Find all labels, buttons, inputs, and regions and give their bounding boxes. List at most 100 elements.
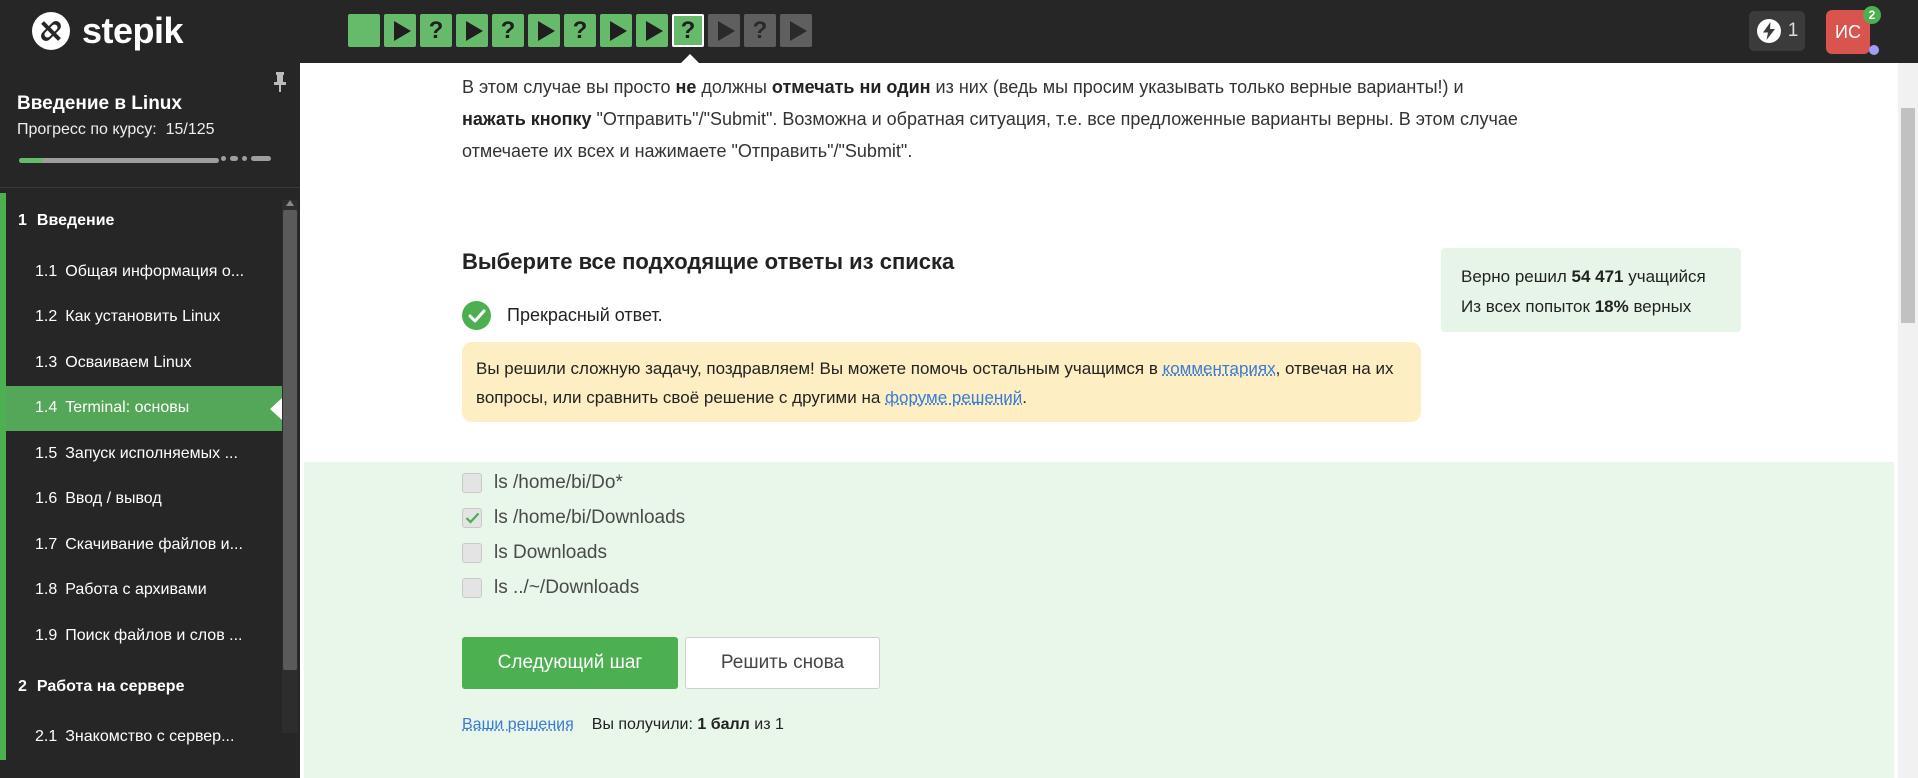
answer-checkbox[interactable] xyxy=(462,578,482,598)
page-scrollbar-thumb[interactable] xyxy=(1901,108,1915,323)
solved-count: 54 471 xyxy=(1571,267,1624,286)
module-2[interactable]: 2 Работа на сервере xyxy=(0,658,282,715)
your-solutions-link[interactable]: Ваши решения xyxy=(462,716,574,734)
success-check-icon xyxy=(462,301,491,330)
lesson-number: 2.1 xyxy=(35,728,58,746)
step-8-button[interactable] xyxy=(600,14,632,47)
lesson-item[interactable]: 1.6 Ввод / вывод xyxy=(0,476,282,522)
step-3-button[interactable]: ? xyxy=(420,14,452,47)
online-status-dot xyxy=(1869,45,1879,55)
stepik-logo-icon xyxy=(32,12,70,50)
lesson-title: Осваиваем Linux xyxy=(65,353,192,371)
play-icon xyxy=(645,20,663,41)
energy-button[interactable]: 1 xyxy=(1749,11,1805,51)
course-title[interactable]: Введение в Linux xyxy=(17,93,182,115)
text-bold: отмечать ни один xyxy=(771,77,931,97)
progress-label: Прогресс по курсу: xyxy=(17,121,157,138)
play-icon xyxy=(537,20,555,41)
play-icon xyxy=(789,20,807,41)
lesson-title: Общая информация о... xyxy=(65,262,245,280)
sidebar-divider xyxy=(0,187,300,188)
text: Верно решил xyxy=(1461,267,1572,286)
step-7-button[interactable]: ? xyxy=(564,14,596,47)
comments-link[interactable]: комментариях xyxy=(1163,359,1276,378)
scroll-up-arrow-icon[interactable] xyxy=(286,200,294,206)
step-1-button[interactable] xyxy=(348,14,380,47)
progress-bar-segments xyxy=(221,156,271,161)
progress-value: 15/125 xyxy=(165,121,215,138)
stepik-logo[interactable]: stepik xyxy=(30,10,184,52)
play-icon xyxy=(393,20,411,41)
lightning-icon xyxy=(1756,19,1781,43)
lesson-number: 1.7 xyxy=(35,535,58,553)
text-bold: не xyxy=(675,77,697,97)
lesson-item[interactable]: 1.4 Terminal: основы xyxy=(0,385,282,431)
quiz-step-icon: ? xyxy=(572,16,588,44)
quiz-step-icon: ? xyxy=(428,16,444,44)
course-sidebar: Введение в Linux Прогресс по курсу: 15/1… xyxy=(0,63,300,778)
lesson-item[interactable]: 2.1 Знакомство с сервер... xyxy=(0,714,282,760)
lesson-item[interactable]: 1.9 Поиск файлов и слов ... xyxy=(0,613,282,659)
instructions-line-3: отмечаете их всех и нажимаете "Отправить… xyxy=(462,141,913,161)
current-step-pointer xyxy=(681,54,699,63)
step-9-button[interactable] xyxy=(636,14,668,47)
text: верных xyxy=(1628,297,1692,316)
answer-label: ls Downloads xyxy=(494,542,607,563)
step-instructions: В этом случае вы просто не должны отмеча… xyxy=(462,71,1752,167)
step-10-button[interactable]: ? xyxy=(672,14,704,47)
text: должны xyxy=(696,77,772,97)
solved-count-line: Верно решил 54 471 учащийся xyxy=(1461,262,1721,292)
text: В этом случае вы просто xyxy=(462,77,676,97)
lesson-title: Как установить Linux xyxy=(65,308,221,326)
answer-option[interactable]: ls ../~/Downloads xyxy=(462,577,639,599)
lesson-item[interactable]: 1.5 Запуск исполняемых ... xyxy=(0,431,282,477)
table-of-contents: 1 Введение 1.1 Общая информация о... 1.2 Как … xyxy=(0,193,282,760)
step-6-button[interactable] xyxy=(528,14,560,47)
step-11-button[interactable] xyxy=(708,14,740,47)
text: из них (ведь мы просим указывать только … xyxy=(930,77,1464,97)
module-title: Работа на сервере xyxy=(36,677,185,695)
checkmark-icon xyxy=(465,512,479,524)
lesson-item[interactable]: 1.2 Как установить Linux xyxy=(0,294,282,340)
top-navbar: stepik ????? 1 ИС 2 xyxy=(0,0,1918,63)
text: учащийся xyxy=(1623,267,1706,286)
sidebar-scrollbar-thumb[interactable] xyxy=(283,210,297,670)
step-5-button[interactable]: ? xyxy=(492,14,524,47)
lesson-item[interactable]: 1.1 Общая информация о... xyxy=(0,249,282,295)
lesson-title: Знакомство с сервер... xyxy=(65,728,235,746)
step-13-button[interactable] xyxy=(780,14,812,47)
module-1[interactable]: 1 Введение xyxy=(0,193,282,249)
answer-checkbox[interactable] xyxy=(462,473,482,493)
congrats-notice: Вы решили сложную задачу, поздравляем! В… xyxy=(462,342,1421,422)
answer-option[interactable]: ls /home/bi/Downloads xyxy=(462,507,685,529)
answer-option[interactable]: ls Downloads xyxy=(462,542,607,564)
module-title: Введение xyxy=(36,212,115,229)
lesson-item[interactable]: 1.3 Осваиваем Linux xyxy=(0,340,282,386)
solutions-forum-link[interactable]: форуме решений xyxy=(885,388,1022,407)
pin-icon[interactable] xyxy=(271,71,289,93)
solve-again-button[interactable]: Решить снова xyxy=(685,637,880,689)
step-4-button[interactable] xyxy=(456,14,488,47)
quiz-step-icon: ? xyxy=(752,16,768,44)
energy-count: 1 xyxy=(1787,20,1799,41)
lesson-title: Запуск исполняемых ... xyxy=(65,444,238,462)
lesson-title: Terminal: основы xyxy=(65,399,190,417)
lesson-number: 1.1 xyxy=(35,262,58,280)
correct-answer-feedback: Прекрасный ответ. xyxy=(462,301,663,330)
answer-checkbox[interactable] xyxy=(462,508,482,528)
lesson-number: 1.5 xyxy=(35,444,58,462)
lesson-title: Поиск файлов и слов ... xyxy=(65,626,243,644)
notification-badge[interactable]: 2 xyxy=(1863,6,1881,24)
step-navigation: ????? xyxy=(348,14,812,47)
lesson-item[interactable]: 1.8 Работа с архивами xyxy=(0,567,282,613)
lesson-item[interactable]: 1.7 Скачивание файлов и... xyxy=(0,522,282,568)
attempts-line: Из всех попыток 18% верных xyxy=(1461,292,1721,322)
answer-option[interactable]: ls /home/bi/Do* xyxy=(462,472,623,494)
play-icon xyxy=(609,20,627,41)
lesson-number: 1.3 xyxy=(35,353,58,371)
next-step-button[interactable]: Следующий шаг xyxy=(462,637,678,689)
step-2-button[interactable] xyxy=(384,14,416,47)
step-12-button[interactable]: ? xyxy=(744,14,776,47)
play-icon xyxy=(465,20,483,41)
answer-checkbox[interactable] xyxy=(462,543,482,563)
